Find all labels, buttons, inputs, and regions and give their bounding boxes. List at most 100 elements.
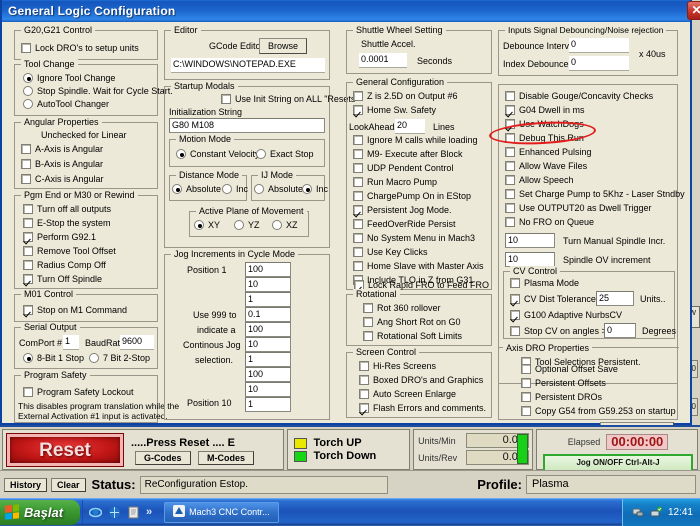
checkbox-no-system-menu-in-mach3[interactable]: No System Menu in Mach3 [353, 233, 475, 244]
radio-8bit-1stop[interactable]: 8-Bit 1 Stop [23, 353, 84, 364]
index-debounce-input[interactable]: 0 [569, 56, 629, 71]
browse-button[interactable]: Browse [259, 38, 307, 54]
checkbox-home-slave-with-master-axis[interactable]: Home Slave with Master Axis [353, 261, 484, 272]
jog-increment-input-3[interactable]: 1 [245, 292, 291, 307]
checkbox-persistent-jog-mode[interactable]: Persistent Jog Mode. [353, 205, 452, 216]
checkbox-feedoverride-persist[interactable]: FeedOverRide Persist [353, 219, 456, 230]
checkbox-ignore-m-calls-while-loading[interactable]: Ignore M calls while loading [353, 135, 478, 146]
checkbox-run-macro-pump[interactable]: Run Macro Pump [353, 177, 437, 188]
checkbox-use-watchdogs[interactable]: Use WatchDogs [505, 119, 584, 130]
shuttle-accel-input[interactable]: 0.0001 [359, 53, 407, 68]
tray-clock[interactable]: 12:41 [668, 507, 693, 518]
network-icon[interactable] [632, 506, 644, 518]
checkbox-g100-adaptive-nurbscv[interactable]: G100 Adaptive NurbsCV [510, 310, 622, 321]
checkbox-program-safety-lockout[interactable]: Program Safety Lockout [23, 387, 134, 398]
radio-7bit-2stop[interactable]: 7 Bit 2-Stop [89, 353, 150, 364]
checkbox-radius-comp-off[interactable]: Radius Comp Off [23, 260, 106, 271]
jog-increment-input-1[interactable]: 100 [245, 262, 291, 277]
checkbox-lock-dro-setup-units[interactable]: Lock DRO's to setup units [21, 43, 139, 54]
radio-plane-xy[interactable]: XY [194, 220, 220, 231]
checkbox-allow-speech[interactable]: Allow Speech [505, 175, 574, 186]
jog-increment-input-6[interactable]: 10 [245, 337, 291, 352]
radio-constant-velocity[interactable]: Constant Velocity [176, 149, 260, 160]
checkbox-copy-g54-from-g59-253-on-startup[interactable]: Copy G54 from G59.253 on startup [521, 406, 676, 417]
checkbox-no-fro-on-queue[interactable]: No FRO on Queue [505, 217, 594, 228]
internet-explorer-icon[interactable] [89, 506, 102, 519]
checkbox-flash-errors-and-comments[interactable]: Flash Errors and comments. [359, 403, 486, 414]
radio-plane-xz[interactable]: XZ [272, 220, 298, 231]
jog-increment-input-2[interactable]: 10 [245, 277, 291, 292]
jog-increment-input-7[interactable]: 1 [245, 352, 291, 367]
spindle-ov-increment-input[interactable]: 10 [505, 252, 555, 267]
quicklaunch-overflow-icon[interactable]: » [146, 506, 152, 518]
radio-distance-absolute[interactable]: Absolute [172, 184, 221, 195]
checkbox-auto-screen-enlarge[interactable]: Auto Screen Enlarge [359, 389, 456, 400]
checkbox-debug-this-run[interactable]: Debug This Run [505, 133, 584, 144]
radio-autotool-changer[interactable]: AutoTool Changer [23, 99, 109, 110]
checkbox-stop-on-m1-command[interactable]: Stop on M1 Command [23, 305, 127, 316]
start-button[interactable]: Başlat [0, 500, 80, 525]
checkbox-persistent-offsets[interactable]: Persistent Offsets [521, 378, 606, 389]
checkbox-turn-off-spindle[interactable]: Turn Off Spindle [23, 274, 102, 285]
checkbox-set-charge-pump-5khz-laser-standby[interactable]: Set Charge Pump to 5Khz - Laser Stndby [505, 189, 685, 200]
safely-remove-hardware-icon[interactable] [650, 506, 662, 518]
radio-stop-spindle-wait-cycle-start[interactable]: Stop Spindle. Wait for Cycle Start. [23, 86, 173, 97]
checkbox-perform-g92-1[interactable]: Perform G92.1 [23, 232, 96, 243]
taskbar-item-mach3[interactable]: Mach3 CNC Contr... [164, 502, 279, 523]
checkbox-optional-offset-save[interactable]: Optional Offset Save [521, 364, 618, 375]
checkbox-z-is-2-5d-output-6[interactable]: Z is 2.5D on Output #6 [353, 91, 458, 102]
gcode-editor-path-input[interactable]: C:\WINDOWS\NOTEPAD.EXE [171, 58, 325, 73]
browser-icon[interactable] [108, 506, 121, 519]
dialog-titlebar[interactable]: General Logic Configuration [2, 0, 690, 22]
checkbox-g04-dwell-in-ms[interactable]: G04 Dwell in ms [505, 105, 585, 116]
checkbox-hi-res-screens[interactable]: Hi-Res Screens [359, 361, 436, 372]
checkbox-stop-cv-on-angles[interactable]: Stop CV on angles > [510, 326, 607, 337]
checkbox-persistent-dros[interactable]: Persistent DROs [521, 392, 602, 403]
jog-increment-input-4[interactable]: 0.1 [245, 307, 291, 322]
checkbox-estop-the-system[interactable]: E-Stop the system [23, 218, 111, 229]
init-string-input[interactable]: G80 M108 [169, 118, 325, 133]
checkbox-m9-execute-after-block[interactable]: M9- Execute after Block [353, 149, 463, 160]
checkbox-disable-gouge-concavity-checks[interactable]: Disable Gouge/Concavity Checks [505, 91, 653, 102]
checkbox-enhanced-pulsing[interactable]: Enhanced Pulsing [505, 147, 592, 158]
checkbox-b-axis-is-angular[interactable]: B-Axis is Angular [21, 159, 103, 170]
checkbox-plasma-mode[interactable]: Plasma Mode [510, 278, 579, 289]
debounce-interval-input[interactable]: 0 [569, 38, 629, 53]
jog-increment-input-5[interactable]: 100 [245, 322, 291, 337]
radio-ij-inc[interactable]: Inc [302, 184, 328, 195]
checkbox-allow-wave-files[interactable]: Allow Wave Files [505, 161, 587, 172]
radio-distance-inc[interactable]: Inc [222, 184, 248, 195]
clear-button[interactable]: Clear [51, 478, 86, 492]
checkbox-rot-360-rollover[interactable]: Rot 360 rollover [363, 303, 441, 314]
g-codes-button[interactable]: G-Codes [135, 451, 191, 465]
checkbox-turn-off-all-outputs[interactable]: Turn off all outputs [23, 204, 111, 215]
history-button[interactable]: History [4, 478, 47, 492]
radio-plane-yz[interactable]: YZ [234, 220, 260, 231]
manual-spindle-incr-input[interactable]: 10 [505, 233, 555, 248]
checkbox-cv-dist-tolerance[interactable]: CV Dist Tolerance [510, 294, 596, 305]
checkbox-ang-short-rot-on-g0[interactable]: Ang Short Rot on G0 [363, 317, 461, 328]
comport-input[interactable]: 1 [63, 335, 79, 350]
jog-increment-input-8[interactable]: 100 [245, 367, 291, 382]
radio-exact-stop[interactable]: Exact Stop [256, 149, 314, 160]
cv-dist-tolerance-input[interactable]: 25 [596, 291, 634, 306]
lookahead-input[interactable]: 20 [395, 119, 425, 134]
show-desktop-icon[interactable] [127, 506, 140, 519]
reset-button[interactable]: Reset [7, 434, 123, 466]
checkbox-remove-tool-offset[interactable]: Remove Tool Offset [23, 246, 116, 257]
checkbox-chargepump-on-in-estop[interactable]: ChargePump On in EStop [353, 191, 471, 202]
m-codes-button[interactable]: M-Codes [198, 451, 254, 465]
checkbox-use-key-clicks[interactable]: Use Key Clicks [353, 247, 428, 258]
baudrate-input[interactable]: 9600 [120, 335, 154, 350]
checkbox-udp-pendent-control[interactable]: UDP Pendent Control [353, 163, 453, 174]
checkbox-a-axis-is-angular[interactable]: A-Axis is Angular [21, 144, 103, 155]
jog-increment-input-9[interactable]: 10 [245, 382, 291, 397]
checkbox-boxed-dros-and-graphics[interactable]: Boxed DRO's and Graphics [359, 375, 483, 386]
stop-cv-angle-input[interactable]: 0 [604, 323, 636, 338]
radio-ignore-tool-change[interactable]: Ignore Tool Change [23, 73, 115, 84]
close-icon[interactable]: ✕ [687, 1, 700, 20]
checkbox-use-init-string-all-resets[interactable]: Use Init String on ALL "Resets" [221, 94, 359, 105]
checkbox-use-output20-as-dwell-trigger[interactable]: Use OUTPUT20 as Dwell Trigger [505, 203, 652, 214]
jog-increment-input-10[interactable]: 1 [245, 397, 291, 412]
checkbox-c-axis-is-angular[interactable]: C-Axis is Angular [21, 174, 104, 185]
